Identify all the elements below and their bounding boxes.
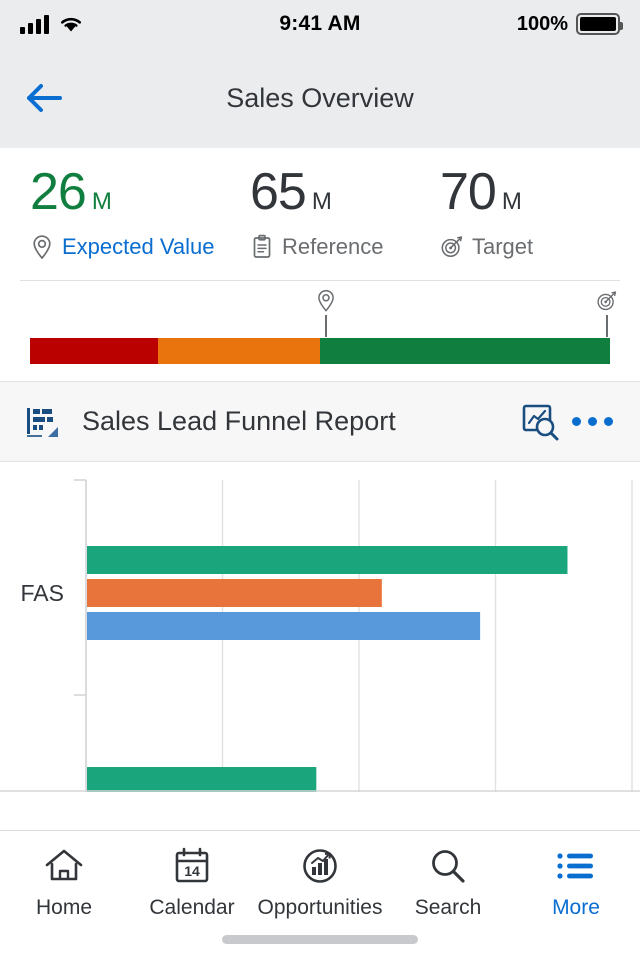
chart-category-label: FAS (21, 580, 64, 606)
bar-chart[interactable]: FAS (0, 462, 640, 792)
page-title: Sales Overview (0, 83, 640, 114)
card-overflow-button[interactable] (566, 396, 618, 448)
bullet-bar (30, 338, 610, 364)
status-bar-time: 9:41 AM (0, 12, 640, 36)
card-detail-button[interactable] (514, 396, 566, 448)
kpi-unit: M (92, 190, 112, 214)
tab-label: More (552, 896, 600, 920)
tab-home[interactable]: Home (0, 845, 128, 920)
calendar-day-number: 14 (184, 863, 200, 879)
home-icon (43, 845, 85, 887)
tab-label: Home (36, 896, 92, 920)
bullet-segment-warning (158, 338, 320, 364)
card-header: Sales Lead Funnel Report (0, 382, 640, 462)
kpi-label: Expected Value (62, 234, 214, 260)
kpi-reference: 65 M Reference (250, 166, 440, 260)
kpi-value: 70 M (440, 166, 533, 218)
calendar-icon: 14 (172, 845, 212, 887)
kpi-row: 26 M Expected Value 65 M (0, 166, 640, 260)
marker-stem (606, 315, 608, 337)
chart-bar (87, 767, 316, 792)
kpi-section: 26 M Expected Value 65 M (0, 148, 640, 281)
mobile-screen: 9:41 AM 100% Sales Overview 26 M (0, 0, 640, 960)
battery-full-icon (576, 13, 620, 35)
tab-label: Opportunities (258, 896, 383, 920)
horizontal-bar-chart-icon (22, 403, 62, 441)
kpi-expected-value[interactable]: 26 M Expected Value (0, 166, 250, 260)
kpi-label-row: Reference (250, 234, 440, 260)
tab-label: Calendar (149, 896, 234, 920)
bar-chart-canvas: FAS (0, 462, 640, 792)
card-title: Sales Lead Funnel Report (82, 406, 514, 437)
kpi-unit: M (502, 190, 522, 214)
opportunities-icon (299, 845, 341, 887)
search-icon (428, 845, 468, 887)
bullet-segment-critical (30, 338, 158, 364)
tab-label: Search (415, 896, 482, 920)
kpi-value: 65 M (250, 166, 440, 218)
kpi-target: 70 M Target (440, 166, 533, 260)
map-pin-icon (315, 289, 337, 313)
bullet-chart (0, 281, 640, 369)
bullet-segment-good (320, 338, 610, 364)
tab-calendar[interactable]: 14 Calendar (128, 845, 256, 920)
status-bar: 9:41 AM 100% (0, 0, 640, 48)
target-icon (440, 234, 464, 260)
chart-bar (87, 612, 480, 640)
kpi-number: 70 (440, 166, 496, 218)
kpi-label: Target (472, 234, 533, 260)
kpi-number: 26 (30, 166, 86, 218)
more-options-icon (572, 417, 613, 426)
nav-header: Sales Overview (0, 48, 640, 148)
chart-inspect-icon (518, 401, 562, 443)
tab-search[interactable]: Search (384, 845, 512, 920)
home-indicator (222, 935, 418, 944)
tab-more[interactable]: More (512, 845, 640, 920)
target-marker (596, 289, 618, 337)
tab-opportunities[interactable]: Opportunities (256, 845, 384, 920)
kpi-label-row: Expected Value (30, 234, 250, 260)
back-button[interactable] (22, 76, 66, 120)
map-pin-icon (30, 234, 54, 260)
chart-bar (87, 579, 382, 607)
more-list-icon (555, 845, 597, 887)
target-icon (596, 289, 618, 313)
kpi-unit: M (312, 190, 332, 214)
kpi-label-row: Target (440, 234, 533, 260)
chart-bar (87, 546, 567, 574)
report-card: Sales Lead Funnel Report FAS (0, 381, 640, 792)
clipboard-icon (250, 234, 274, 260)
expected-value-marker (315, 289, 337, 337)
kpi-number: 65 (250, 166, 306, 218)
back-arrow-icon (24, 81, 64, 115)
kpi-value: 26 M (30, 166, 250, 218)
marker-stem (325, 315, 327, 337)
kpi-label: Reference (282, 234, 384, 260)
